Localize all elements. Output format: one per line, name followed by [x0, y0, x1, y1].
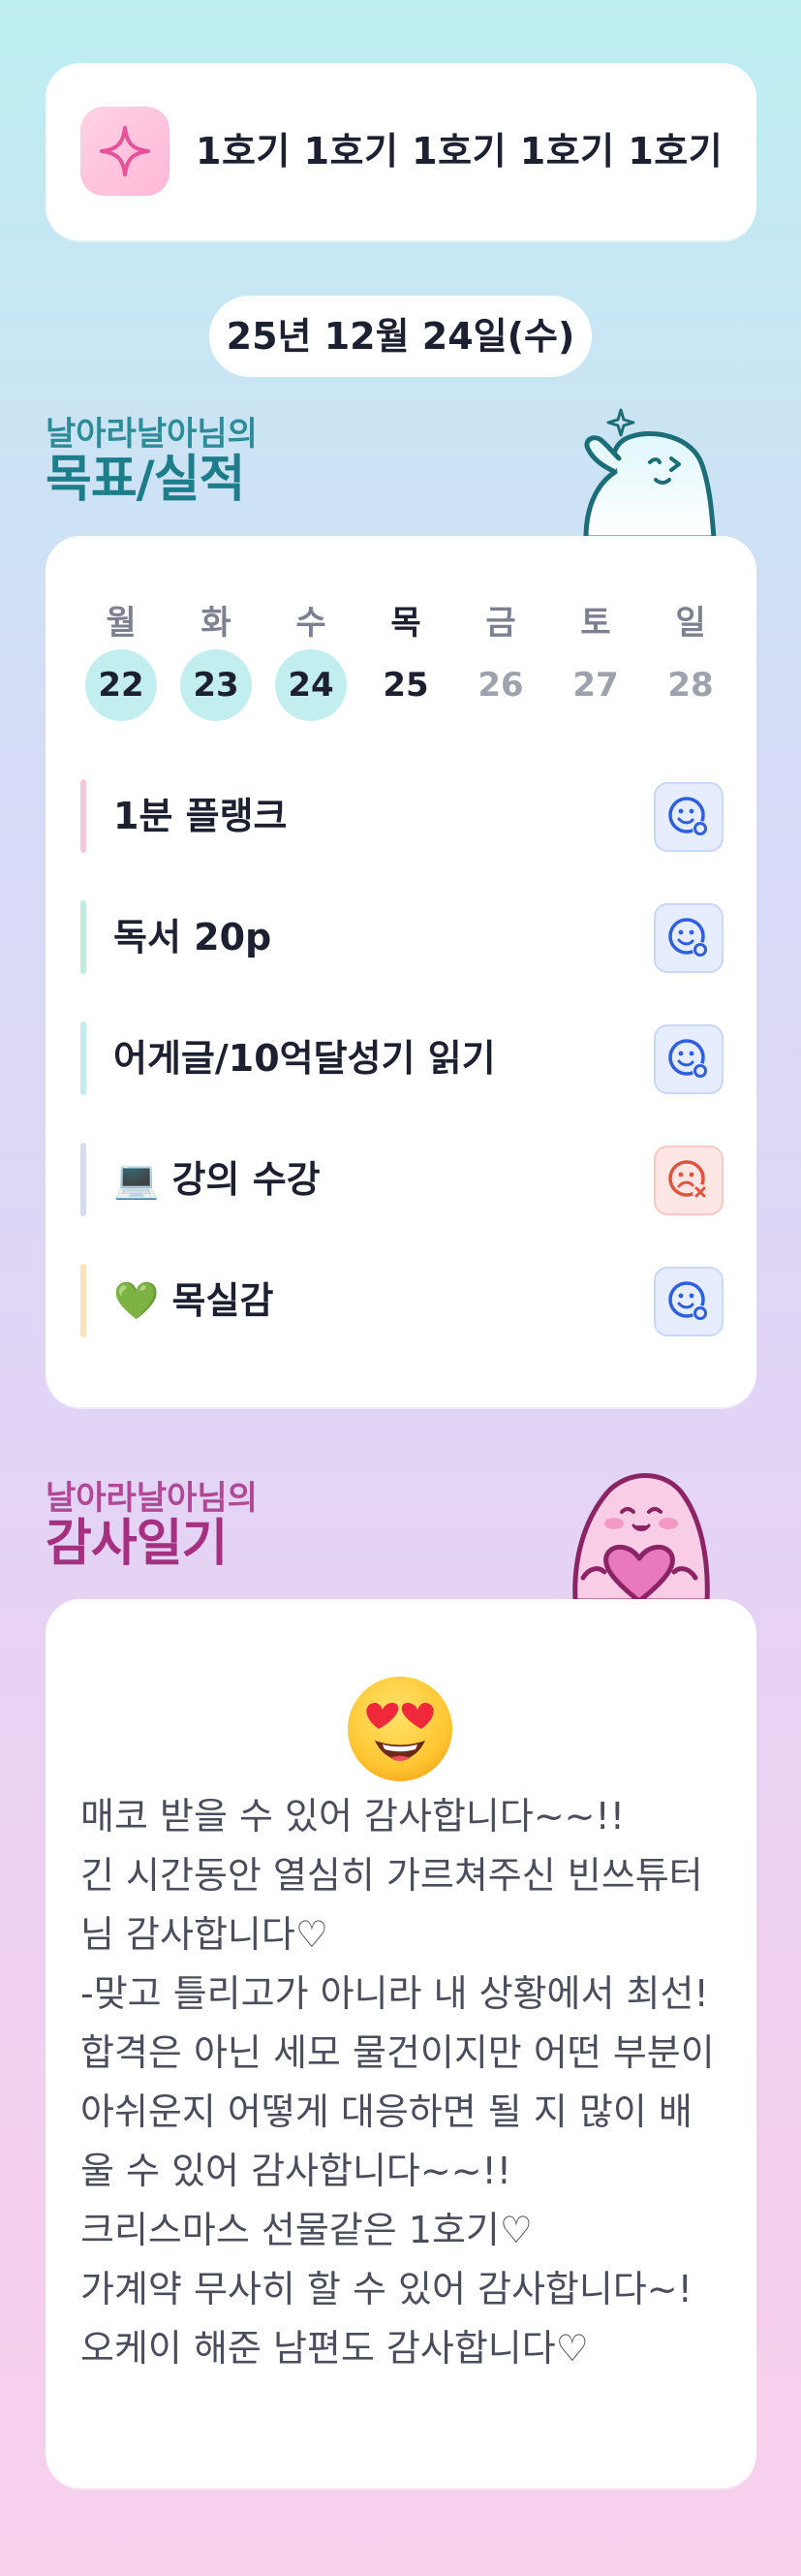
weekday-date[interactable]: 23 [180, 649, 252, 721]
goal-label: 💻 강의 수강 [113, 1158, 321, 1201]
weekday-label: 목 [390, 604, 421, 643]
sparkle-icon [80, 107, 169, 196]
goal-item[interactable]: 💚 목실감 [80, 1257, 724, 1344]
gratitude-section-title: 감사일기 [46, 1515, 228, 1573]
goals-section-title: 목표/실적 [46, 451, 245, 509]
gratitude-card: 매코 받을 수 있어 감사합니다~~!! 긴 시간동안 열심히 가르쳐주신 빈쓰… [46, 1599, 756, 2488]
header-card: 1호기 1호기 1호기 1호기 1호기 [46, 63, 756, 240]
goal-color-bar [80, 1021, 86, 1095]
goal-label: 어게글/10억달성기 읽기 [113, 1037, 496, 1080]
goal-color-bar [80, 900, 86, 974]
goal-item[interactable]: 독서 20p [80, 894, 724, 981]
gratitude-text: 매코 받을 수 있어 감사합니다~~!! 긴 시간동안 열심히 가르쳐주신 빈쓰… [80, 1795, 715, 2370]
goal-color-bar [80, 779, 86, 853]
weekday-date[interactable]: 28 [655, 649, 726, 721]
goal-success-icon[interactable] [654, 782, 724, 852]
heart-eyes-emoji-icon [344, 1673, 456, 1785]
goal-success-icon[interactable] [654, 1267, 724, 1336]
weekday-label: 화 [200, 604, 231, 643]
pink-mascot-illustration [554, 1463, 724, 1604]
date-pill[interactable]: 25년 12월 24일(수) [209, 296, 592, 377]
header-title: 1호기 1호기 1호기 1호기 1호기 [196, 130, 724, 173]
weekday-date[interactable]: 27 [560, 649, 632, 721]
goal-label: 1분 플랭크 [113, 795, 288, 837]
goal-label: 💚 목실감 [113, 1279, 274, 1322]
goal-fail-icon[interactable] [654, 1146, 724, 1215]
weekday-label: 일 [675, 604, 706, 643]
goal-success-icon[interactable] [654, 903, 724, 973]
weekday-label: 수 [295, 604, 326, 643]
weekday-label: 금 [485, 604, 516, 643]
goal-item[interactable]: 어게글/10억달성기 읽기 [80, 1015, 724, 1102]
goals-card: 월 22 화 23 수 24 목 25 금 26 토 27 일 28 1분 플랭크독서 20p 어게글/10… [46, 536, 756, 1407]
weekday-date[interactable]: 25 [370, 649, 442, 721]
blue-mascot-illustration [557, 402, 722, 541]
weekday-label: 월 [106, 604, 137, 643]
goal-success-icon[interactable] [654, 1024, 724, 1094]
goal-item[interactable]: 💻 강의 수강 [80, 1136, 724, 1223]
goal-label: 독서 20p [113, 916, 272, 958]
weekday-date[interactable]: 24 [275, 649, 347, 721]
goal-color-bar [80, 1264, 86, 1337]
goal-item[interactable]: 1분 플랭크 [80, 772, 724, 860]
goal-color-bar [80, 1143, 86, 1216]
weekday-date[interactable]: 22 [85, 649, 157, 721]
weekday-label: 토 [580, 604, 611, 643]
weekday-date[interactable]: 26 [465, 649, 537, 721]
